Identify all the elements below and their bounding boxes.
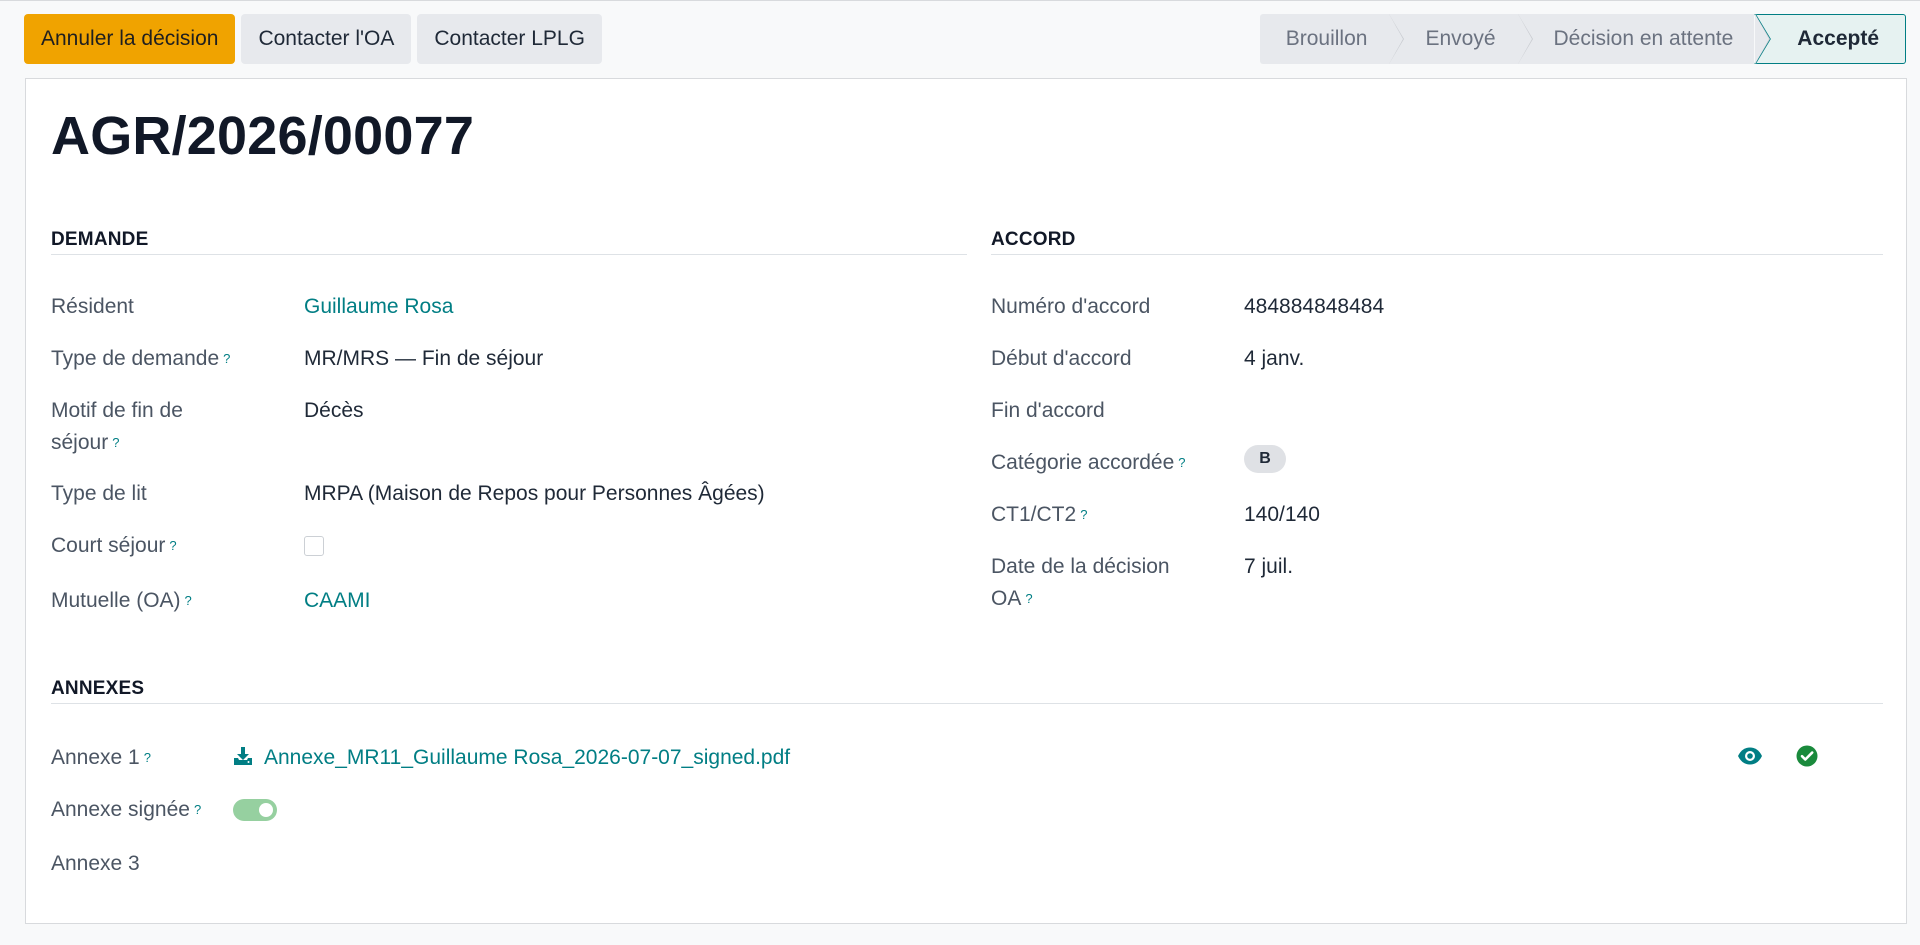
help-icon[interactable]: ? [223,351,230,366]
record-title: AGR/2026/00077 [51,106,475,166]
debut-accord-value: 4 janv. [1244,347,1305,370]
section-accord-heading: ACCORD [991,229,1076,250]
stage-brouillon[interactable]: Brouillon [1259,14,1405,64]
contact-oa-button[interactable]: Contacter l'OA [241,14,412,64]
form-sheet: AGR/2026/00077 DEMANDE Résident Guillaum… [25,78,1907,924]
contact-lplg-button[interactable]: Contacter LPLG [417,14,602,64]
date-decision-value: 7 juil. [1244,555,1294,578]
help-icon[interactable]: ? [1178,455,1185,470]
stage-accepte[interactable]: Accepté [1754,14,1906,64]
help-icon[interactable]: ? [1025,591,1032,606]
help-icon[interactable]: ? [144,750,151,765]
type-demande-value: MR/MRS — Fin de séjour [304,347,544,370]
download-icon[interactable] [233,746,253,766]
help-icon[interactable]: ? [169,538,176,553]
categorie-label: Catégorie accordée? [991,451,1186,474]
resident-label: Résident [51,295,134,318]
type-demande-label: Type de demande? [51,347,231,370]
date-decision-label: Date de la décision OA? [991,555,1170,610]
type-lit-value: MRPA (Maison de Repos pour Personnes Âgé… [304,482,765,505]
help-icon[interactable]: ? [112,435,119,450]
mutuelle-label: Mutuelle (OA)? [51,589,192,612]
action-buttons: Annuler la décision Contacter l'OA Conta… [24,14,602,64]
categorie-badge: B [1244,445,1286,473]
stage-envoye[interactable]: Envoyé [1389,14,1533,64]
toggle-knob [259,803,273,817]
stage-decision-en-attente[interactable]: Décision en attente [1517,14,1771,64]
section-demande-heading: DEMANDE [51,229,149,250]
check-circle-icon [1796,745,1818,767]
court-sejour-label: Court séjour? [51,534,177,557]
annexe-signee-toggle[interactable] [233,799,277,821]
numero-accord-value: 484884848484 [1244,295,1385,318]
resident-link[interactable]: Guillaume Rosa [304,291,453,323]
numero-accord-label: Numéro d'accord [991,295,1151,318]
eye-icon[interactable] [1737,746,1763,766]
section-divider [51,254,967,255]
help-icon[interactable]: ? [194,802,201,817]
cancel-decision-button[interactable]: Annuler la décision [24,14,236,64]
ct-value: 140/140 [1244,503,1320,526]
help-icon[interactable]: ? [185,593,192,608]
court-sejour-checkbox[interactable] [304,536,324,556]
type-lit-label: Type de lit [51,482,147,505]
mutuelle-link[interactable]: CAAMI [304,585,371,617]
ct-label: CT1/CT2? [991,503,1088,526]
section-annexes-heading: ANNEXES [51,678,145,699]
status-bar: Brouillon Envoyé Décision en attente Acc… [1259,14,1906,64]
annexe-3-label: Annexe 3 [51,852,140,875]
annexe-signee-label: Annexe signée? [51,798,202,821]
fin-accord-label: Fin d'accord [991,399,1105,422]
help-icon[interactable]: ? [1080,507,1087,522]
section-divider [991,254,1883,255]
motif-value: Décès [304,399,364,422]
debut-accord-label: Début d'accord [991,347,1132,370]
annexe-1-file-link[interactable]: Annexe_MR11_Guillaume Rosa_2026-07-07_si… [264,742,790,774]
motif-label: Motif de fin de séjour? [51,399,183,454]
section-divider [51,703,1883,704]
annexe-1-label: Annexe 1? [51,746,151,769]
